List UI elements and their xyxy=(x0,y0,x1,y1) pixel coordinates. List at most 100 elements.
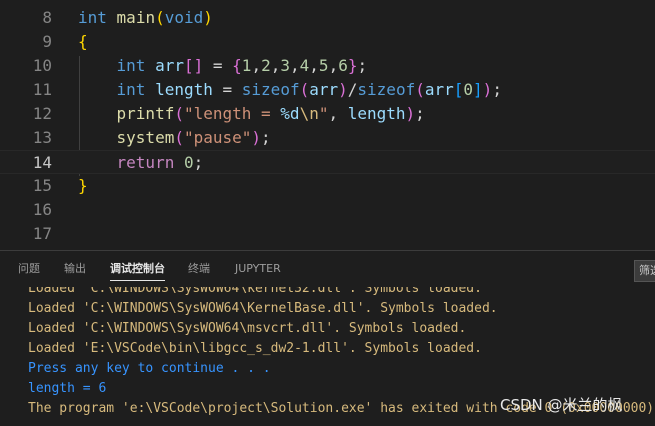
code-line[interactable]: 13 system("pause"); xyxy=(0,126,655,150)
code-token: ( xyxy=(299,80,310,99)
code-token: length xyxy=(155,80,213,99)
code-token: , xyxy=(270,56,281,75)
code-token: , xyxy=(251,56,262,75)
line-number: 10 xyxy=(32,56,52,75)
code-editor[interactable]: 8 int main(void) 9{10 int arr[] = {1,2,3,4… xyxy=(0,0,655,250)
code-token: 1 xyxy=(241,56,252,75)
line-number: 12 xyxy=(32,104,52,123)
code-token: 0 xyxy=(463,80,474,99)
code-token: ( xyxy=(415,80,425,99)
code-token: system xyxy=(116,128,175,147)
code-token: , xyxy=(290,56,300,75)
code-token: [] xyxy=(183,56,204,75)
code-text: int arr[] = {1,2,3,4,5,6}; xyxy=(78,54,368,78)
code-token: ; xyxy=(357,56,368,75)
console-line: Press any key to continue . . . xyxy=(28,361,271,376)
code-token: ) xyxy=(203,8,213,27)
code-token: sizeof xyxy=(241,80,300,99)
code-token: main xyxy=(116,8,156,27)
code-token: int xyxy=(78,8,107,27)
code-text: return 0; xyxy=(78,151,204,175)
code-token: "length = xyxy=(183,104,281,123)
code-line[interactable]: 17 xyxy=(0,222,655,246)
line-number: 9 xyxy=(42,32,52,51)
code-token: length xyxy=(347,104,406,123)
code-text: int main(void) xyxy=(78,6,213,30)
tab-debug-console[interactable]: 调试控制台 xyxy=(110,251,165,287)
code-line[interactable]: 16 xyxy=(0,198,655,222)
code-token: printf xyxy=(116,104,175,123)
watermark: CSDN @米兰的枫 xyxy=(500,396,623,414)
code-token: 0 xyxy=(183,153,194,172)
line-number: 11 xyxy=(32,80,52,99)
code-token: = xyxy=(203,56,233,75)
code-line[interactable]: 15} xyxy=(0,174,655,198)
code-token: ] xyxy=(473,80,483,99)
code-token: ) xyxy=(338,80,348,99)
code-token: , xyxy=(328,104,348,123)
code-text: int length = sizeof(arr)/sizeof(arr[0]); xyxy=(78,78,502,102)
code-token: 3 xyxy=(280,56,290,75)
code-token: ( xyxy=(174,128,184,147)
code-line[interactable]: 10 int arr[] = {1,2,3,4,5,6}; xyxy=(0,54,655,78)
code-token: arr xyxy=(309,80,339,99)
code-token: ) xyxy=(482,80,493,99)
code-text: printf("length = %d\n", length); xyxy=(78,102,425,126)
code-text: system("pause"); xyxy=(78,126,271,150)
code-token: { xyxy=(78,32,88,51)
code-line[interactable]: 9{ xyxy=(0,30,655,54)
code-token: ) xyxy=(405,104,416,123)
code-token: int xyxy=(116,80,146,99)
code-line[interactable]: 12 printf("length = %d\n", length); xyxy=(0,102,655,126)
line-number: 14 xyxy=(32,153,52,172)
console-line: length = 6 xyxy=(28,381,107,396)
code-token: ; xyxy=(492,80,502,99)
code-token: 6 xyxy=(338,56,348,75)
code-token: arr xyxy=(155,56,184,75)
code-token: { xyxy=(232,56,242,75)
code-token: ; xyxy=(193,153,204,172)
code-token: , xyxy=(328,56,339,75)
tab-terminal[interactable]: 终端 xyxy=(188,251,210,287)
console-line: Loaded 'C:\WINDOWS\SysWOW64\KernelBase.d… xyxy=(28,301,498,316)
tab-output[interactable]: 输出 xyxy=(64,251,86,287)
code-token: ; xyxy=(261,128,271,147)
filter-input[interactable]: 筛选 xyxy=(634,260,655,282)
tab-problems[interactable]: 问题 xyxy=(18,251,40,287)
console-line: Loaded 'C:\WINDOWS\SysWOW64\kernel32.dll… xyxy=(28,287,482,296)
code-token: / xyxy=(347,80,358,99)
code-line[interactable]: 14 return 0; xyxy=(0,150,655,174)
code-token: ( xyxy=(155,8,165,27)
code-token: sizeof xyxy=(357,80,416,99)
code-token: int xyxy=(116,56,146,75)
code-token: ) xyxy=(251,128,262,147)
code-token: , xyxy=(309,56,319,75)
code-token: void xyxy=(164,8,204,27)
code-token: return xyxy=(116,153,175,172)
line-number: 16 xyxy=(32,200,52,219)
code-line[interactable]: 11 int length = sizeof(arr)/sizeof(arr[0… xyxy=(0,78,655,102)
console-line: Loaded 'C:\WINDOWS\SysWOW64\msvcrt.dll'.… xyxy=(28,321,467,336)
line-number: 17 xyxy=(32,224,52,243)
line-number: 13 xyxy=(32,128,52,147)
code-line[interactable]: 8 int main(void) xyxy=(0,6,655,30)
code-token: ( xyxy=(174,104,184,123)
tab-jupyter[interactable]: JUPYTER xyxy=(235,251,281,287)
code-token: 2 xyxy=(261,56,271,75)
code-token: arr xyxy=(424,80,454,99)
line-number: 8 xyxy=(42,8,52,27)
console-line: Loaded 'E:\VSCode\bin\libgcc_s_dw2-1.dll… xyxy=(28,341,482,356)
code-token: } xyxy=(78,176,88,195)
code-token: "pause" xyxy=(183,128,252,147)
code-token: ; xyxy=(415,104,425,123)
code-token: = xyxy=(212,80,242,99)
